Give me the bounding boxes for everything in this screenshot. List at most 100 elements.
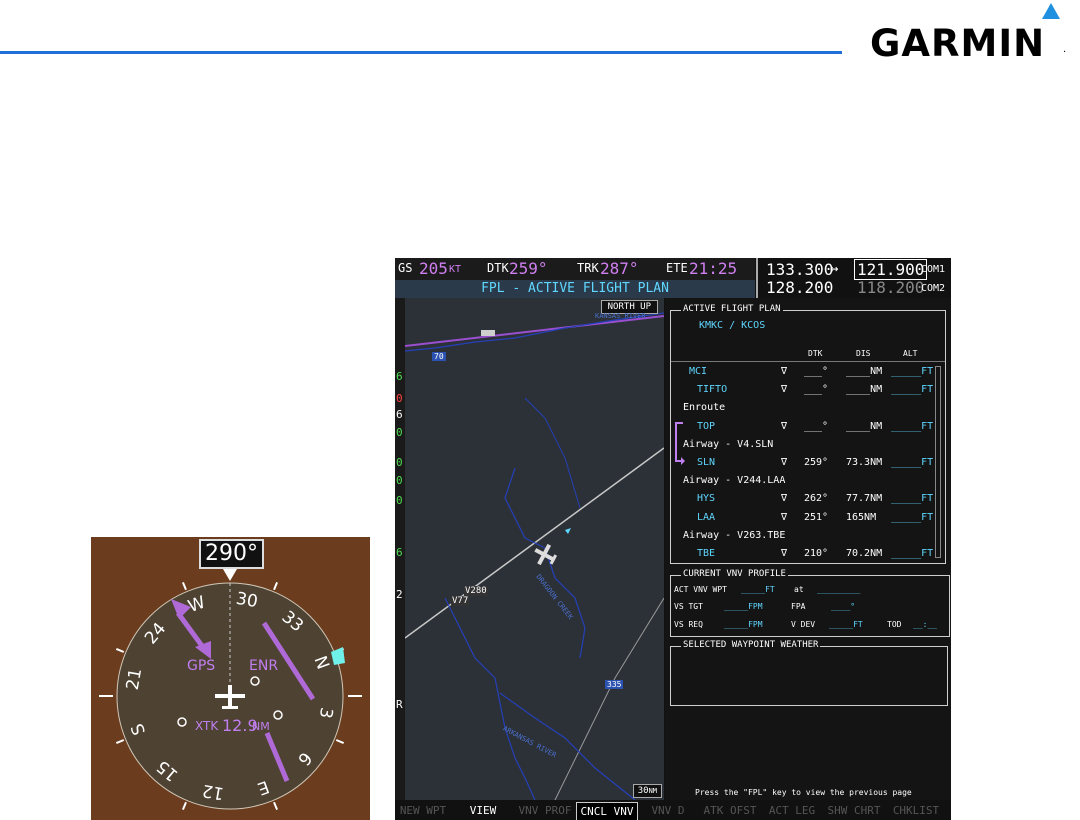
softkey-chklist[interactable]: CHKLIST xyxy=(886,802,946,819)
fpl-waypoint-row[interactable]: TOP ∇ ___° ____NM _____FT xyxy=(671,419,941,435)
compass-tick xyxy=(273,801,278,811)
vs-req-value: _____FPM xyxy=(724,620,763,629)
softkey-atk-ofst[interactable]: ATK OFST xyxy=(700,802,760,819)
active-flight-plan-box: ACTIVE FLIGHT PLAN KMKC / KCOS DTK DIS A… xyxy=(670,304,946,564)
flight-plan-panel: ACTIVE FLIGHT PLAN KMKC / KCOS DTK DIS A… xyxy=(665,298,951,800)
gs-unit: KT xyxy=(449,264,462,275)
leg-distance: 77.7NM xyxy=(846,493,883,505)
compass-tick xyxy=(335,739,345,744)
dtk-value: 259° xyxy=(509,259,548,278)
vnv-profile-title: CURRENT VNV PROFILE xyxy=(681,569,788,579)
softkey-view[interactable]: VIEW xyxy=(453,802,513,819)
section-label: Airway - V4.SLN xyxy=(683,438,774,450)
compass-label: 12 xyxy=(201,780,226,803)
waypoint-name: TBE xyxy=(697,548,716,559)
logo-triangle-icon xyxy=(1042,3,1060,19)
fpl-section-header: Airway - V4.SLN xyxy=(671,437,941,453)
softkey-shw-chrt[interactable]: SHW CHRT xyxy=(824,802,884,819)
logo-registered-mark: . xyxy=(1063,44,1067,55)
strip-digit: 2 xyxy=(396,588,403,601)
column-header-dis: DIS xyxy=(856,349,871,358)
strip-digit: 0 xyxy=(396,456,403,469)
section-label: Enroute xyxy=(683,402,726,414)
xtk-label: XTK xyxy=(195,719,219,733)
swap-icon[interactable]: ↔ xyxy=(830,261,838,277)
leg-dtk: 259° xyxy=(804,457,829,468)
garmin-logo: GARMIN xyxy=(870,22,1046,65)
leg-altitude: _____FT xyxy=(891,511,934,523)
softkey-vnv-d[interactable]: VNV D xyxy=(638,802,698,819)
strip-digit: 6 xyxy=(396,370,403,383)
com1-active[interactable]: 133.300 xyxy=(766,260,833,279)
vs-req-label: VS REQ xyxy=(674,620,703,629)
leg-dtk: ___° xyxy=(804,384,829,396)
heading-readout: 290° xyxy=(199,539,264,569)
com1-standby[interactable]: 121.900 xyxy=(854,259,928,280)
flight-phase-label: ENR xyxy=(249,658,279,674)
com-radio-panel: 133.300 ↔ 121.900 COM1 128.200 118.200 C… xyxy=(756,258,951,300)
fpl-waypoint-row[interactable]: MCI ∇ ___° ____NM _____FT xyxy=(671,364,941,380)
at-value: _________ xyxy=(817,585,861,594)
fpl-section-header: Enroute xyxy=(671,400,941,416)
scrollbar[interactable] xyxy=(935,366,941,558)
leg-altitude: _____FT xyxy=(891,493,934,505)
tod-value: __:__ xyxy=(913,620,938,629)
leg-type-icon: ∇ xyxy=(781,548,788,559)
tod-label: TOD xyxy=(887,620,902,629)
page-title: FPL - ACTIVE FLIGHT PLAN xyxy=(395,280,755,298)
fpl-waypoint-row[interactable]: LAA ∇ 251° 165NM _____FT xyxy=(671,510,941,526)
com2-label: COM2 xyxy=(921,283,946,294)
section-label: Airway - V263.TBE xyxy=(683,529,786,541)
strip-digit: R xyxy=(396,698,403,711)
leg-altitude: _____FT xyxy=(891,384,934,396)
leg-distance: 73.3NM xyxy=(846,457,883,468)
softkey-act-leg[interactable]: ACT LEG xyxy=(762,802,822,819)
softkey-cncl-vnv[interactable]: CNCL VNV xyxy=(576,802,638,820)
column-header-alt: ALT xyxy=(903,349,918,358)
ete-value: 21:25 xyxy=(689,259,738,278)
fpl-waypoint-row[interactable]: HYS ∇ 262° 77.7NM _____FT xyxy=(671,491,941,507)
leg-type-icon: ∇ xyxy=(781,511,788,523)
softkey-vnv-prof[interactable]: VNV PROF xyxy=(515,802,575,819)
leg-type-icon: ∇ xyxy=(781,457,788,468)
hsi-compass-rose: N3330W2421S1512 E63 xyxy=(99,569,362,811)
leg-altitude: _____FT xyxy=(891,548,934,559)
waypoint-weather-box: SELECTED WAYPOINT WEATHER xyxy=(670,640,948,706)
vdev-label: V DEV xyxy=(791,620,816,629)
vs-tgt-label: VS TGT xyxy=(674,602,703,611)
leg-distance: ____NM xyxy=(846,366,883,377)
act-vnv-wpt-label: ACT VNV WPT xyxy=(674,585,727,594)
com2-active[interactable]: 128.200 xyxy=(766,278,833,297)
fpl-waypoint-row[interactable]: TBE ∇ 210° 70.2NM _____FT xyxy=(671,546,941,562)
waypoint-name: SLN xyxy=(697,457,716,468)
map-range[interactable]: 30NM xyxy=(632,784,662,798)
act-vnv-wpt-value: _____FT xyxy=(741,585,775,594)
fpl-waypoint-row[interactable]: SLN ∇ 259° 73.3NM _____FT xyxy=(671,455,941,471)
interstate-shield-70: 70 xyxy=(432,352,446,361)
fpl-section-header: Airway - V263.TBE xyxy=(671,528,941,544)
nav-data-bar: GS 205 KT DTK 259° TRK 287° ETE 21:25 xyxy=(395,258,755,280)
xtk-unit: NM xyxy=(252,720,270,733)
fpl-waypoint-row[interactable]: TIFTO ∇ ___° ____NM _____FT xyxy=(671,382,941,398)
navigation-map[interactable]: NORTH UP KANSAS RIVER 70 V280 V77 ARKANS… xyxy=(405,298,664,800)
footer-hint: Press the "FPL" key to view the previous… xyxy=(695,788,912,797)
waypoint-name: TOP xyxy=(697,420,716,432)
strip-digit: 6 xyxy=(396,546,403,559)
compass-label: 21 xyxy=(123,667,146,692)
leg-type-icon: ∇ xyxy=(781,420,788,432)
com2-standby[interactable]: 118.200 xyxy=(857,278,924,297)
waypoint-name: MCI xyxy=(689,366,708,377)
airway-label-v280: V280 xyxy=(464,586,488,596)
leg-dtk: ___° xyxy=(804,420,829,432)
interstate-shield-335: 335 xyxy=(605,680,624,689)
trk-label: TRK xyxy=(577,261,599,275)
compass-tick xyxy=(182,581,187,591)
strip-digit: 0 xyxy=(396,392,403,405)
leg-distance: ____NM xyxy=(846,384,883,396)
softkey-new-wpt[interactable]: NEW WPT xyxy=(395,802,451,819)
map-range-unit: NM xyxy=(648,787,657,795)
leg-dtk: 251° xyxy=(804,511,829,523)
header-divider xyxy=(671,361,945,362)
compass-tick xyxy=(273,581,278,591)
leg-altitude: _____FT xyxy=(891,420,934,432)
